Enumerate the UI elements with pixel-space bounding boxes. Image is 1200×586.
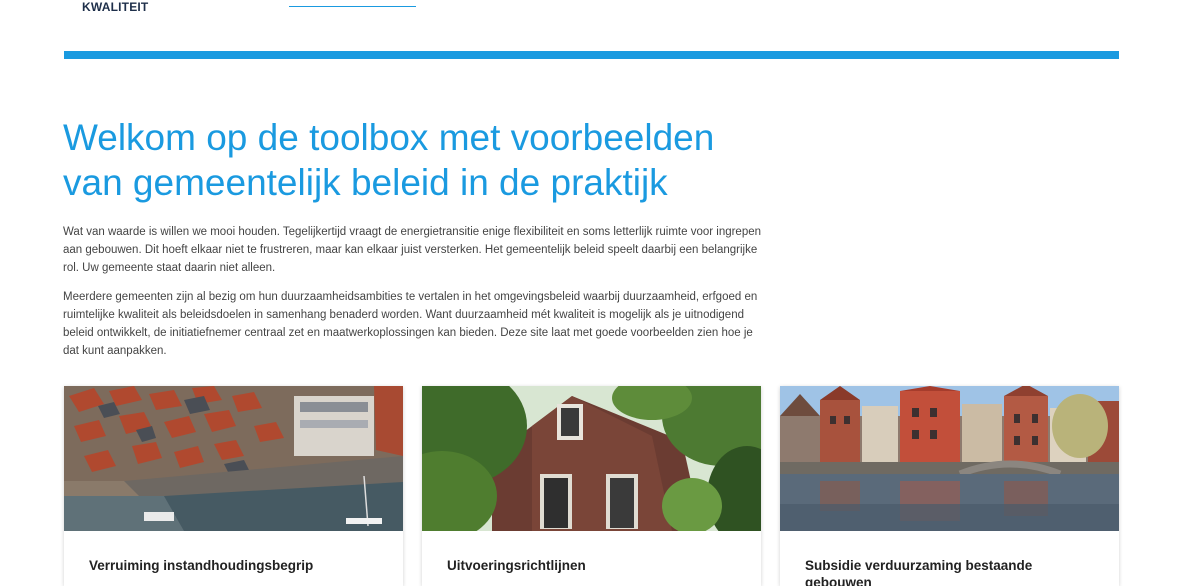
card-title[interactable]: Subsidie verduurzaming bestaande gebouwe…	[805, 557, 1095, 586]
card-subsidie[interactable]: Subsidie verduurzaming bestaande gebouwe…	[780, 386, 1119, 586]
card-verruiming[interactable]: Verruiming instandhoudingsbegrip	[64, 386, 403, 586]
old-brick-house-photo	[422, 386, 761, 531]
active-nav-underline	[289, 6, 416, 7]
canal-houses-photo	[780, 386, 1119, 531]
aerial-town-harbour-photo	[64, 386, 403, 531]
logo-text: KWALITEIT	[82, 0, 149, 14]
intro-paragraph-1: Wat van waarde is willen we mooi houden.…	[63, 226, 762, 274]
header-accent-bar	[64, 51, 1119, 59]
card-title[interactable]: Verruiming instandhoudingsbegrip	[89, 557, 379, 574]
card-uitvoeringsrichtlijnen[interactable]: Uitvoeringsrichtlijnen	[422, 386, 761, 586]
card-title[interactable]: Uitvoeringsrichtlijnen	[447, 557, 737, 574]
intro-paragraph-2: Meerdere gemeenten zijn al bezig om hun …	[63, 291, 758, 357]
page-title: Welkom op de toolbox met voorbeelden van…	[63, 117, 715, 203]
